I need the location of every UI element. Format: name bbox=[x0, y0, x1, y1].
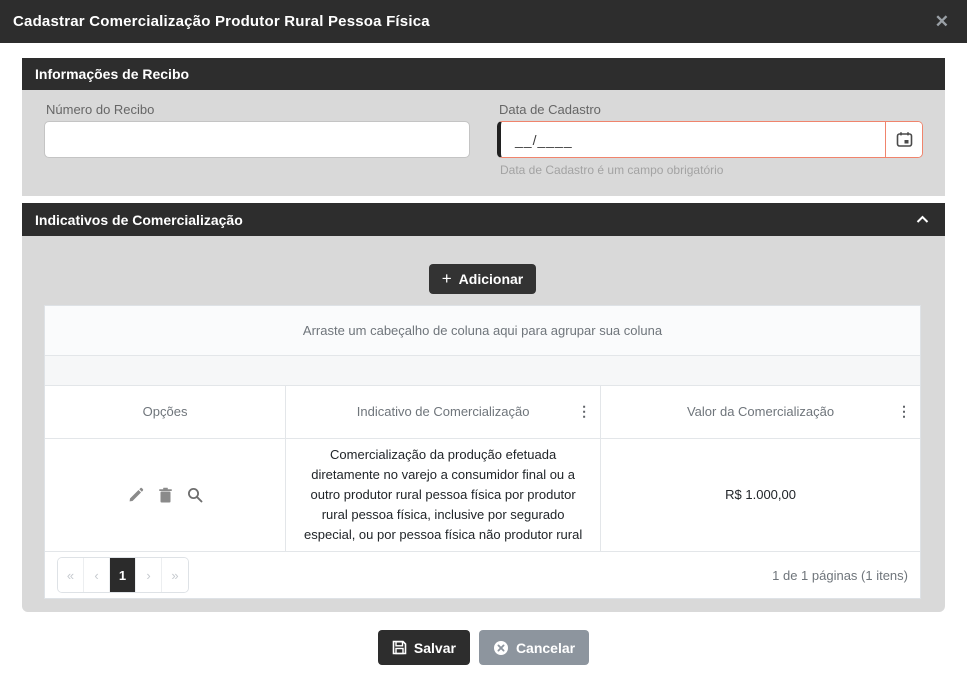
data-cadastro-error: Data de Cadastro é um campo obrigatório bbox=[500, 163, 923, 177]
pager-first-button[interactable]: « bbox=[58, 558, 84, 592]
column-menu-icon[interactable]: ⋮ bbox=[897, 408, 911, 416]
cancel-circle-x-icon bbox=[493, 640, 509, 656]
pager-last-button[interactable]: » bbox=[162, 558, 188, 592]
grid-table: Opções Indicativo de Comercialização ⋮ V… bbox=[45, 386, 920, 552]
data-cadastro-label: Data de Cadastro bbox=[499, 102, 923, 117]
pager-page-1-button[interactable]: 1 bbox=[110, 558, 136, 592]
grid-pager: « ‹ 1 › » 1 de 1 páginas (1 itens) bbox=[45, 552, 920, 598]
column-header-indicativo[interactable]: Indicativo de Comercialização ⋮ bbox=[286, 386, 601, 438]
column-header-valor[interactable]: Valor da Comercialização ⋮ bbox=[601, 386, 920, 438]
numero-recibo-input[interactable] bbox=[44, 121, 470, 158]
row-indicativo-cell: Comercialização da produção efetuada dir… bbox=[286, 438, 601, 552]
section-indicativos-body: + Adicionar Arraste um cabeçalho de colu… bbox=[22, 236, 945, 612]
pager-next-button[interactable]: › bbox=[136, 558, 162, 592]
table-row: Comercialização da produção efetuada dir… bbox=[45, 438, 920, 552]
data-cadastro-input[interactable]: __/____ bbox=[501, 122, 885, 157]
section-informacoes-recibo-body: Número do Recibo Data de Cadastro __/___… bbox=[22, 90, 945, 196]
column-header-opcoes: Opções bbox=[45, 386, 286, 438]
modal-footer: Salvar Cancelar bbox=[22, 630, 945, 665]
grid-group-hint: Arraste um cabeçalho de coluna aqui para… bbox=[303, 323, 662, 338]
close-icon[interactable]: ✕ bbox=[935, 13, 949, 30]
modal-cadastrar-comercializacao: Cadastrar Comercialização Produtor Rural… bbox=[0, 0, 967, 676]
save-button-label: Salvar bbox=[414, 640, 456, 656]
plus-icon: + bbox=[442, 269, 452, 289]
pager-buttons: « ‹ 1 › » bbox=[57, 557, 189, 593]
save-disk-icon bbox=[392, 640, 407, 655]
calendar-picker-button[interactable] bbox=[885, 122, 922, 157]
chevron-up-icon[interactable] bbox=[916, 215, 929, 224]
section-indicativos-header[interactable]: Indicativos de Comercialização bbox=[22, 203, 945, 236]
modal-title: Cadastrar Comercialização Produtor Rural… bbox=[13, 13, 430, 30]
modal-titlebar: Cadastrar Comercialização Produtor Rural… bbox=[0, 0, 967, 43]
adicionar-button-label: Adicionar bbox=[459, 271, 524, 287]
adicionar-button[interactable]: + Adicionar bbox=[429, 264, 537, 294]
row-valor-cell: R$ 1.000,00 bbox=[601, 438, 920, 552]
grid-group-panel[interactable]: Arraste um cabeçalho de coluna aqui para… bbox=[45, 306, 920, 356]
pager-info: 1 de 1 páginas (1 itens) bbox=[772, 568, 908, 583]
delete-trash-icon[interactable] bbox=[158, 487, 173, 503]
data-cadastro-field-group: Data de Cadastro __/____ Data de Cadastr… bbox=[497, 102, 923, 196]
calendar-icon bbox=[896, 131, 913, 148]
pager-prev-button[interactable]: ‹ bbox=[84, 558, 110, 592]
comercializacao-grid: Arraste um cabeçalho de coluna aqui para… bbox=[44, 305, 921, 599]
cancel-button-label: Cancelar bbox=[516, 640, 575, 656]
section-informacoes-recibo-title: Informações de Recibo bbox=[35, 66, 189, 82]
save-button[interactable]: Salvar bbox=[378, 630, 470, 665]
numero-recibo-label: Número do Recibo bbox=[46, 102, 470, 117]
numero-recibo-field-group: Número do Recibo bbox=[44, 102, 470, 196]
section-indicativos-title: Indicativos de Comercialização bbox=[35, 212, 243, 228]
data-cadastro-input-wrap: __/____ bbox=[497, 121, 923, 158]
cancel-button[interactable]: Cancelar bbox=[479, 630, 589, 665]
row-options-cell bbox=[45, 438, 286, 552]
grid-empty-band bbox=[45, 356, 920, 386]
edit-pencil-icon[interactable] bbox=[128, 487, 144, 503]
section-informacoes-recibo-header: Informações de Recibo bbox=[22, 58, 945, 90]
grid-header-row: Opções Indicativo de Comercialização ⋮ V… bbox=[45, 386, 920, 438]
search-magnifier-icon[interactable] bbox=[187, 487, 203, 503]
column-menu-icon[interactable]: ⋮ bbox=[577, 408, 591, 416]
